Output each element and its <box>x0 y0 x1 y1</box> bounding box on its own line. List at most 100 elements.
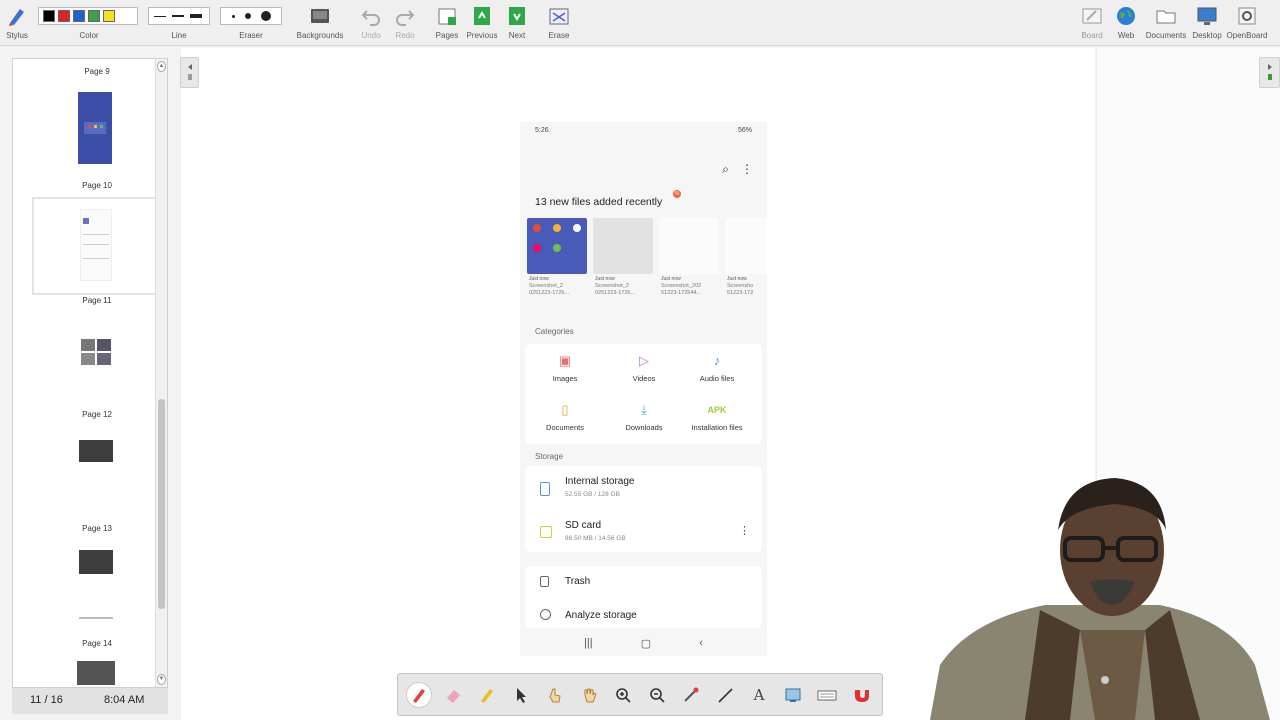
line-label: Line <box>171 31 187 40</box>
page-thumbnail-12[interactable] <box>35 313 155 401</box>
sd-card-more-icon[interactable]: ⋮ <box>739 524 750 537</box>
phone-screenshot[interactable]: 5:26 56% ⌕ ⋮ 13 new files added recently… <box>520 122 767 656</box>
page-thumbnail-11[interactable] <box>35 201 155 289</box>
phone-battery: 56% <box>737 127 752 134</box>
categories-heading: Categories <box>535 327 574 336</box>
internal-storage-name: Internal storage <box>565 476 635 487</box>
eraser-large-option[interactable] <box>260 11 271 21</box>
recent-file-1-name-tail: 0251223-1726... <box>529 290 570 296</box>
recents-icon[interactable]: ||| <box>584 637 593 649</box>
laser-pointer-icon <box>684 687 699 702</box>
category-audio[interactable]: ♪ Audio files <box>682 352 752 383</box>
collapse-left-panel-button[interactable] <box>180 57 199 88</box>
scroll-down-icon[interactable]: ▼ <box>157 674 166 685</box>
page-thumbnail-10[interactable] <box>35 83 155 171</box>
add-page-icon <box>438 8 456 25</box>
line-width-picker[interactable] <box>148 7 210 25</box>
interact-tool[interactable] <box>542 682 568 708</box>
color-yellow-swatch[interactable] <box>103 10 115 22</box>
folder-icon <box>1156 10 1176 24</box>
selector-tool[interactable] <box>508 682 534 708</box>
eraser-tool[interactable] <box>440 682 466 708</box>
page-thumbnail-15[interactable] <box>35 655 155 687</box>
category-documents[interactable]: ▯ Documents <box>530 401 600 432</box>
color-picker[interactable] <box>38 7 138 25</box>
color-green-swatch[interactable] <box>88 10 100 22</box>
category-images[interactable]: ▣ Images <box>530 352 600 383</box>
collapse-right-panel-button[interactable] <box>1259 57 1280 88</box>
category-downloads-label: Downloads <box>625 423 663 432</box>
zoom-out-icon <box>650 688 665 703</box>
trash-row[interactable]: Trash <box>540 574 750 604</box>
category-installation-label: Installation files <box>691 423 743 432</box>
page-13-preview <box>79 440 113 462</box>
search-icon[interactable]: ⌕ <box>722 162 729 177</box>
hand-icon <box>584 688 597 703</box>
recent-file-1[interactable]: Just now Screenshot_2 0251223-1726... <box>527 218 587 306</box>
main-toolbar: Stylus Color Line Eraser Backgrounds Und… <box>0 0 1280 46</box>
page-label-11: Page 11 <box>82 296 112 305</box>
redo-label: Redo <box>395 31 415 40</box>
phone-nav-bar: ||| ▢ ‹ <box>520 630 767 656</box>
color-blue-swatch[interactable] <box>73 10 85 22</box>
music-note-icon: ♪ <box>713 353 721 368</box>
capture-tool[interactable] <box>780 682 806 708</box>
back-icon[interactable]: ‹ <box>699 637 703 649</box>
document-icon: ▯ <box>561 402 569 417</box>
recent-file-4-thumbnail <box>725 218 767 274</box>
video-icon: ▷ <box>639 353 649 368</box>
scrollbar-thumb[interactable] <box>158 399 165 609</box>
zoom-in-tool[interactable] <box>610 682 636 708</box>
internal-storage-row[interactable]: Internal storage 52.55 GB / 128 GB <box>540 476 750 506</box>
storage-heading: Storage <box>535 452 564 461</box>
more-vert-icon[interactable]: ⋮ <box>741 162 753 177</box>
recent-file-3-name: Screenshot_202 <box>661 283 702 289</box>
eraser-label: Eraser <box>239 31 263 40</box>
recent-file-4[interactable]: Just now Screensho 51223-172 <box>725 218 767 306</box>
zoom-out-tool[interactable] <box>644 682 670 708</box>
board-icon <box>1082 8 1102 24</box>
sd-card-size: 86.50 MB / 14.56 GB <box>565 535 626 542</box>
line-medium-option[interactable] <box>172 15 184 17</box>
category-downloads[interactable]: ⤓ Downloads <box>609 401 679 432</box>
page-thumbnail-14[interactable] <box>35 541 155 629</box>
capture-icon <box>785 688 801 702</box>
pen-tool[interactable] <box>406 682 432 708</box>
recent-file-2-thumbnail <box>593 218 653 274</box>
marker-tool[interactable] <box>474 682 500 708</box>
sd-card-name: SD card <box>565 520 602 531</box>
internal-storage-size: 52.55 GB / 128 GB <box>565 491 620 498</box>
erase-label: Erase <box>548 31 570 40</box>
color-red-swatch[interactable] <box>58 10 70 22</box>
category-videos[interactable]: ▷ Videos <box>609 352 679 383</box>
line-thick-option[interactable] <box>190 14 202 18</box>
sd-card-row[interactable]: SD card 86.50 MB / 14.56 GB ⋮ <box>540 520 750 550</box>
category-installation-files[interactable]: APK Installation files <box>682 401 752 432</box>
highlighter-icon <box>481 689 493 703</box>
home-icon[interactable]: ▢ <box>641 637 651 650</box>
magnet-tool[interactable] <box>848 682 874 708</box>
recent-file-2-time: Just now <box>595 276 615 282</box>
thumbnails-scrollbar[interactable]: ▲ ▼ <box>155 59 167 687</box>
recent-file-1-name: Screenshot_2 <box>529 283 563 289</box>
keyboard-tool[interactable] <box>814 682 840 708</box>
eraser-small-option[interactable] <box>231 14 235 18</box>
previous-page-icon <box>474 7 490 25</box>
color-black-swatch[interactable] <box>43 10 55 22</box>
globe-icon <box>1117 7 1135 25</box>
line-tool[interactable] <box>712 682 738 708</box>
text-icon: A <box>753 686 765 704</box>
webcam-presenter-image <box>930 478 1270 720</box>
storage-card: Internal storage 52.55 GB / 128 GB SD ca… <box>525 466 762 552</box>
eraser-size-picker[interactable] <box>220 7 282 25</box>
recent-file-3[interactable]: Just now Screenshot_202 51223-172544... <box>659 218 719 306</box>
hand-tool[interactable] <box>576 682 602 708</box>
line-thin-option[interactable] <box>154 15 166 17</box>
scroll-up-icon[interactable]: ▲ <box>157 61 166 72</box>
page-label-9: Page 9 <box>84 67 110 76</box>
page-thumbnail-13[interactable] <box>35 427 155 515</box>
recent-file-2[interactable]: Just now Screenshot_2 0251223-1726... <box>593 218 653 306</box>
laser-pointer-tool[interactable] <box>678 682 704 708</box>
eraser-medium-option[interactable] <box>244 13 251 19</box>
text-tool[interactable]: A <box>746 682 772 708</box>
